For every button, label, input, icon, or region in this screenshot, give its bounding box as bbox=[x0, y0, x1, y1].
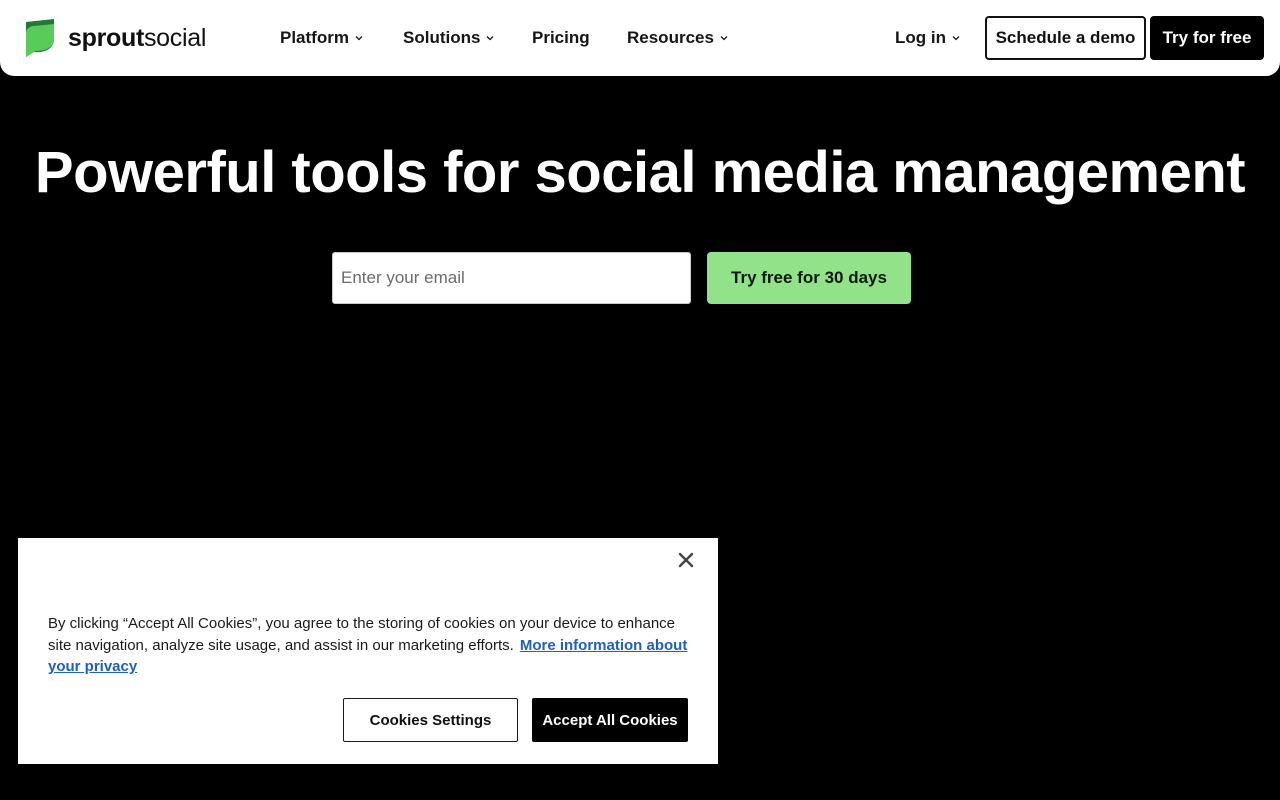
schedule-demo-button[interactable]: Schedule a demo bbox=[985, 16, 1146, 60]
nav-pricing[interactable]: Pricing bbox=[532, 26, 590, 50]
login-label: Log in bbox=[895, 28, 946, 47]
site-header: sproutsocial Platform Solutions Pricing … bbox=[0, 0, 1280, 76]
chevron-down-icon bbox=[355, 36, 363, 41]
nav-platform-label: Platform bbox=[280, 28, 349, 47]
nav-solutions-label: Solutions bbox=[403, 28, 481, 47]
close-icon[interactable] bbox=[677, 551, 695, 569]
email-input[interactable] bbox=[332, 252, 691, 304]
cookie-message: By clicking “Accept All Cookies”, you ag… bbox=[48, 613, 698, 678]
hero-title: Powerful tools for social media manageme… bbox=[34, 140, 1246, 205]
cookie-consent-banner: By clicking “Accept All Cookies”, you ag… bbox=[18, 538, 718, 764]
try-free-30-days-button[interactable]: Try free for 30 days bbox=[707, 252, 911, 304]
nav-resources[interactable]: Resources bbox=[627, 26, 728, 50]
chevron-down-icon bbox=[952, 36, 960, 41]
chevron-down-icon bbox=[486, 36, 494, 41]
logo-wordmark: sproutsocial bbox=[68, 23, 207, 52]
cookies-settings-button[interactable]: Cookies Settings bbox=[343, 698, 518, 742]
nav-solutions[interactable]: Solutions bbox=[403, 26, 494, 50]
try-for-free-button[interactable]: Try for free bbox=[1150, 16, 1264, 60]
login-menu[interactable]: Log in bbox=[895, 26, 960, 50]
accept-all-cookies-button[interactable]: Accept All Cookies bbox=[532, 698, 688, 742]
nav-pricing-label: Pricing bbox=[532, 28, 590, 47]
nav-resources-label: Resources bbox=[627, 28, 714, 47]
sprout-leaf-logo-icon bbox=[26, 19, 54, 57]
nav-platform[interactable]: Platform bbox=[280, 26, 363, 50]
chevron-down-icon bbox=[720, 36, 728, 41]
sprout-social-logo[interactable]: sproutsocial bbox=[24, 19, 206, 57]
